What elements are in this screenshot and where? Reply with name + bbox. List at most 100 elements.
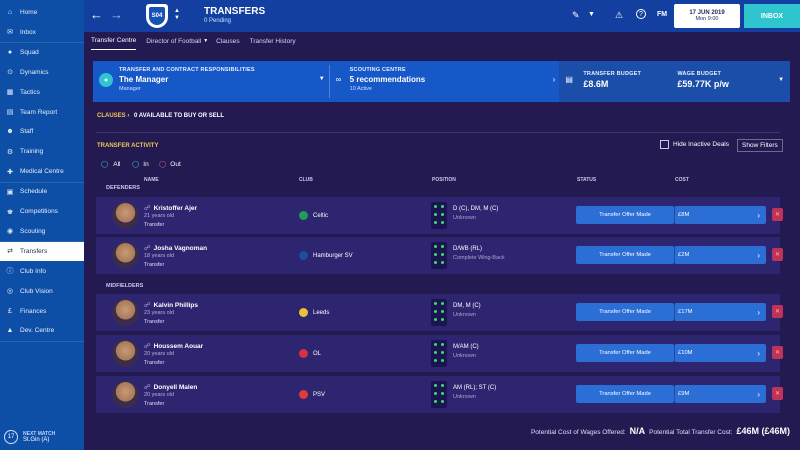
- clauses-line[interactable]: CLAUSES › 0 AVAILABLE TO BUY OR SELL: [97, 113, 224, 119]
- table-row[interactable]: ☍ Kristoffer Ajer 21 years old Transfer Celt…: [96, 197, 783, 234]
- status-button[interactable]: Transfer Offer Made: [576, 246, 674, 264]
- finance-icon: £: [8, 307, 12, 315]
- player-club[interactable]: Leeds: [299, 308, 329, 317]
- cancel-deal-button[interactable]: ✕: [772, 248, 783, 261]
- player-avatar[interactable]: [112, 299, 139, 326]
- sidebar-item-finances[interactable]: £ Finances: [0, 302, 84, 321]
- cancel-deal-button[interactable]: ✕: [772, 208, 783, 221]
- back-icon[interactable]: ←: [90, 8, 103, 22]
- club-switch-icon[interactable]: ▲ ▼: [174, 8, 180, 22]
- position-pitch-icon: [431, 299, 447, 326]
- page-title: TRANSFERS: [204, 6, 266, 17]
- sidebar-item-dev-centre[interactable]: ▲ Dev. Centre: [0, 321, 84, 340]
- player-name[interactable]: ☍ Kalvin Phillips: [144, 301, 198, 309]
- chevron-right-icon: ›: [757, 250, 760, 260]
- footer-summary: Potential Cost of Wages Offered: N/A Pot…: [531, 426, 790, 436]
- close-icon: ✕: [774, 350, 781, 356]
- cost-button[interactable]: £10M ›: [674, 344, 766, 362]
- player-position: AM (RL); ST (C): [453, 385, 497, 391]
- help-icon[interactable]: ?: [636, 9, 646, 19]
- tab-transfer-centre[interactable]: Transfer Centre: [91, 32, 137, 50]
- sidebar-item-scouting[interactable]: ◉ Scouting: [0, 222, 84, 241]
- date-box[interactable]: 17 JUN 2019 Mon 9:00: [674, 4, 740, 28]
- table-row[interactable]: ☍ Houssem Aouar 20 years old Transfer OL M/AM…: [96, 335, 783, 372]
- sidebar-item-squad[interactable]: ● Squad: [0, 43, 84, 62]
- player-club[interactable]: Hamburger SV: [299, 251, 353, 260]
- sidebar-item-home[interactable]: ⌂ Home: [0, 3, 84, 22]
- player-name[interactable]: ☍ Houssem Aouar: [144, 342, 203, 350]
- cancel-deal-button[interactable]: ✕: [772, 387, 783, 400]
- chevron-down-icon[interactable]: ▼: [588, 11, 595, 18]
- staff-icon: ☻: [6, 128, 14, 136]
- top-bar: ← → S04 ▲ ▼ TRANSFERS 0 Pending ✎ ▼ ⚠ ? F…: [84, 0, 800, 32]
- sidebar-item-club-info[interactable]: ⓘ Club Info: [0, 262, 84, 281]
- cost-label: £17M: [678, 309, 693, 315]
- player-avatar[interactable]: [112, 381, 139, 408]
- sidebar-item-staff[interactable]: ☻ Staff: [0, 122, 84, 141]
- status-button[interactable]: Transfer Offer Made: [576, 385, 674, 403]
- column-position[interactable]: POSITION: [432, 177, 456, 183]
- column-club[interactable]: CLUB: [299, 177, 313, 183]
- tab-clauses[interactable]: Clauses: [216, 32, 239, 50]
- next-match[interactable]: 17 NEXT MATCH St.Gin (A): [0, 424, 84, 450]
- tab-transfer-history[interactable]: Transfer History: [250, 32, 296, 50]
- player-name[interactable]: ☍ Josha Vagnoman: [144, 244, 207, 252]
- cost-label: £8M: [678, 212, 690, 218]
- cost-button[interactable]: £8M ›: [674, 206, 766, 224]
- sidebar-item-dynamics[interactable]: ⊙ Dynamics: [0, 63, 84, 82]
- status-button[interactable]: Transfer Offer Made: [576, 206, 674, 224]
- player-transfer-type: Transfer: [144, 360, 165, 366]
- player-name[interactable]: ☍ Kristoffer Ajer: [144, 204, 197, 212]
- sidebar-item-transfers[interactable]: ⇄ Transfers: [0, 241, 84, 261]
- table-row[interactable]: ☍ Donyell Malen 20 years old Transfer PSV AM …: [96, 376, 783, 413]
- player-name[interactable]: ☍ Donyell Malen: [144, 383, 197, 391]
- show-filters-button[interactable]: Show Filters: [737, 139, 783, 152]
- contract-icon: ☍: [144, 302, 151, 309]
- inbox-button[interactable]: INBOX: [744, 4, 800, 28]
- cost-button[interactable]: £9M ›: [674, 385, 766, 403]
- table-row[interactable]: ☍ Josha Vagnoman 18 years old Transfer Hambu…: [96, 237, 783, 274]
- forward-icon[interactable]: →: [110, 8, 123, 22]
- filter-out[interactable]: ◯ Out: [159, 160, 181, 169]
- cost-button[interactable]: £2M ›: [674, 246, 766, 264]
- sidebar-item-club-vision[interactable]: ◎ Club Vision: [0, 282, 84, 301]
- fm-menu-button[interactable]: FM: [657, 11, 667, 18]
- cancel-deal-button[interactable]: ✕: [772, 305, 783, 318]
- alert-icon[interactable]: ⚠: [615, 10, 623, 21]
- chevron-down-icon[interactable]: ▼: [203, 38, 208, 44]
- hide-inactive-toggle[interactable]: Hide Inactive Deals: [660, 140, 729, 149]
- sidebar-item-inbox[interactable]: ✉ Inbox: [0, 23, 84, 42]
- player-avatar[interactable]: [112, 242, 139, 269]
- tab-director-of-football[interactable]: Director of Football: [146, 32, 201, 50]
- player-avatar[interactable]: [112, 340, 139, 367]
- tab-bar: Transfer Centre Director of Football ▼ C…: [84, 32, 800, 50]
- checkbox[interactable]: [660, 140, 669, 149]
- total-label: Potential Total Transfer Cost:: [649, 429, 733, 436]
- sidebar-item-label: Dynamics: [20, 68, 49, 76]
- column-name[interactable]: NAME: [144, 177, 159, 183]
- filter-all[interactable]: ◯ All: [101, 160, 121, 169]
- player-club[interactable]: Celtic: [299, 211, 328, 220]
- sidebar-item-tactics[interactable]: ▦ Tactics: [0, 83, 84, 102]
- column-status[interactable]: STATUS: [577, 177, 596, 183]
- player-avatar[interactable]: [112, 202, 139, 229]
- table-row[interactable]: ☍ Kalvin Phillips 23 years old Transfer Leed…: [96, 294, 783, 331]
- column-cost[interactable]: COST: [675, 177, 689, 183]
- sidebar-item-competitions[interactable]: ♚ Competitions: [0, 202, 84, 221]
- transfer-activity-title: TRANSFER ACTIVITY: [97, 143, 159, 149]
- player-club[interactable]: PSV: [299, 390, 325, 399]
- cost-button[interactable]: £17M ›: [674, 303, 766, 321]
- sidebar-item-medical-centre[interactable]: ✚ Medical Centre: [0, 162, 84, 181]
- club-crest-icon[interactable]: S04: [146, 4, 168, 28]
- position-dot: [434, 384, 437, 387]
- filter-in[interactable]: ◯ In: [132, 160, 149, 169]
- sidebar-item-training[interactable]: ⚙ Training: [0, 142, 84, 161]
- training-icon: ⚙: [6, 148, 14, 156]
- edit-icon[interactable]: ✎: [572, 10, 580, 21]
- status-button[interactable]: Transfer Offer Made: [576, 303, 674, 321]
- sidebar-item-team-report[interactable]: ▤ Team Report: [0, 103, 84, 122]
- cancel-deal-button[interactable]: ✕: [772, 346, 783, 359]
- player-club[interactable]: OL: [299, 349, 321, 358]
- status-button[interactable]: Transfer Offer Made: [576, 344, 674, 362]
- sidebar-item-schedule[interactable]: ▣ Schedule: [0, 182, 84, 201]
